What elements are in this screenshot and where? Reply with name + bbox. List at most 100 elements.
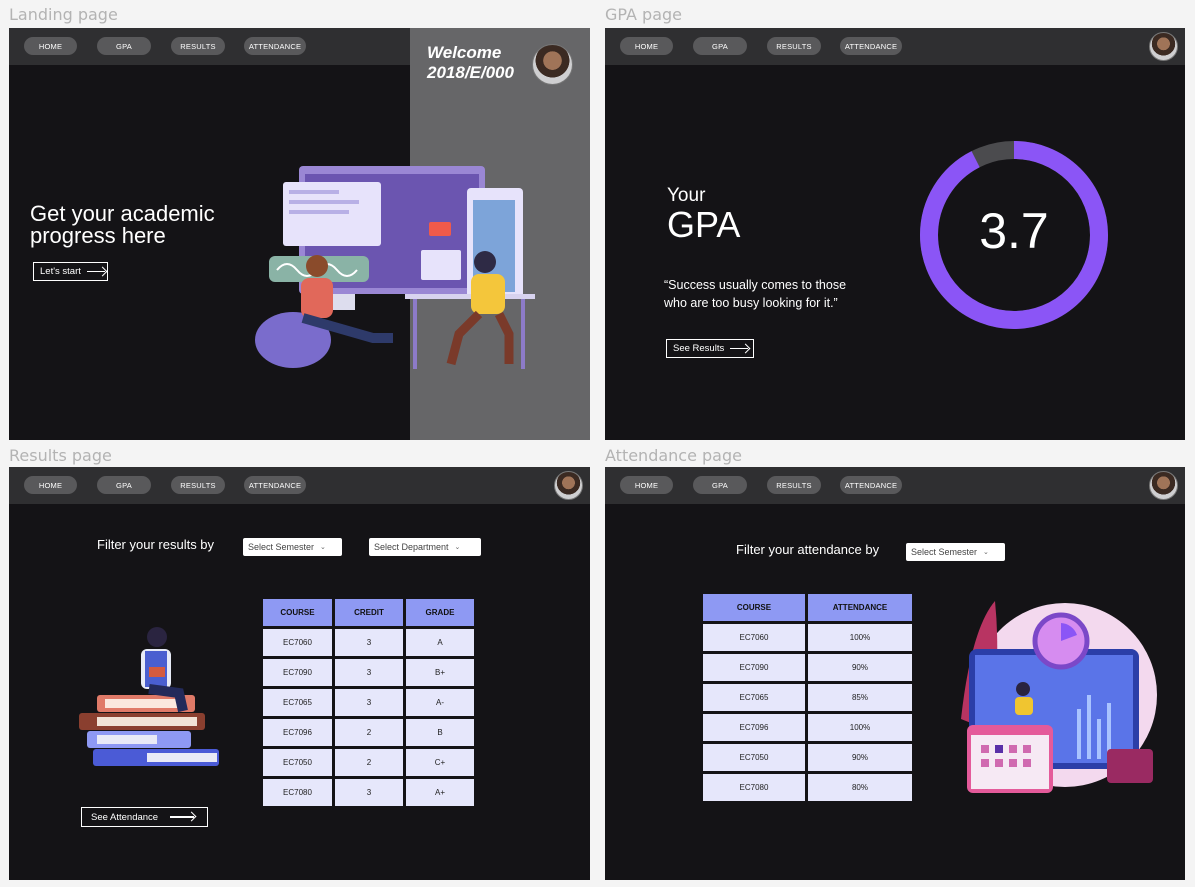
welcome-label: Welcome [427,43,502,62]
see-attendance-label: See Attendance [91,811,159,823]
avatar[interactable] [1149,471,1178,500]
quote-line1: “Success usually comes to those [664,278,847,292]
table-row: EC7065 3 A- [263,689,474,716]
nav-results-button[interactable]: RESULTS [171,476,225,494]
arrow-right-icon [86,270,105,273]
avatar[interactable] [554,471,583,500]
column-header-course: COURSE [703,594,805,621]
landing-page-frame: HOME GPA RESULTS ATTENDANCE Welcome 2018… [9,28,590,440]
see-results-label: See Results [673,343,725,354]
results-table: COURSE CREDIT GRADE EC7060 3 A EC7090 3 B+ E… [260,596,477,809]
course-cell: EC7060 [263,629,332,656]
calendar-schedule-illustration [961,601,1157,793]
table-row: EC7060 100% [703,624,912,651]
gpa-quote: “Success usually comes to those who are … [664,276,846,312]
course-cell: EC7080 [703,774,805,801]
grade-cell: B [406,719,474,746]
headline-line2: progress here [30,223,166,248]
table-row: EC7065 85% [703,684,912,711]
column-header-course: COURSE [263,599,332,626]
arrow-right-icon [170,816,195,818]
lets-start-button[interactable]: Let's start [33,262,108,281]
nav-gpa-button[interactable]: GPA [693,37,747,55]
nav-results-button[interactable]: RESULTS [171,37,225,55]
department-select-value: Select Department [374,542,449,552]
gpa-title: GPA [667,204,741,245]
credit-cell: 2 [335,749,403,776]
credit-cell: 3 [335,659,403,686]
attendance-filter-label: Filter your attendance by [736,542,880,557]
credit-cell: 3 [335,779,403,806]
semester-select-value: Select Semester [248,542,315,552]
see-attendance-button[interactable]: See Attendance [81,807,208,827]
grade-cell: B+ [406,659,474,686]
see-results-button[interactable]: See Results [666,339,754,358]
results-table-header: COURSE CREDIT GRADE [263,599,474,626]
lets-start-label: Let's start [40,266,81,277]
course-cell: EC7090 [263,659,332,686]
grade-cell: C+ [406,749,474,776]
column-header-grade: GRADE [406,599,474,626]
nav-attendance-button[interactable]: ATTENDANCE [244,476,306,494]
nav-bar: HOME GPA RESULTS ATTENDANCE [605,467,1185,504]
nav-results-button[interactable]: RESULTS [767,476,821,494]
arrow-right-icon [730,347,749,350]
students-working-illustration [255,166,535,369]
nav-home-button[interactable]: HOME [620,37,673,55]
table-row: EC7096 2 B [263,719,474,746]
nav-attendance-button[interactable]: ATTENDANCE [244,37,306,55]
semester-select[interactable]: Select Semester ⌄ [906,543,1005,561]
landing-frame-label: Landing page [9,5,118,24]
welcome-text: Welcome 2018/E/000 [427,43,514,83]
nav-results-button[interactable]: RESULTS [767,37,821,55]
credit-cell: 3 [335,629,403,656]
table-row: EC7050 2 C+ [263,749,474,776]
gpa-frame-label: GPA page [605,5,683,24]
results-page-frame: HOME GPA RESULTS ATTENDANCE Filter your … [9,467,590,880]
nav-gpa-button[interactable]: GPA [693,476,747,494]
avatar[interactable] [1149,32,1178,61]
gpa-value: 3.7 [979,203,1049,259]
table-row: EC7090 3 B+ [263,659,474,686]
department-select[interactable]: Select Department ⌄ [369,538,481,556]
gpa-page-frame: HOME GPA RESULTS ATTENDANCE Your GPA “Su… [605,28,1185,440]
nav-home-button[interactable]: HOME [24,476,77,494]
landing-headline: Get your academic progress here [30,203,215,247]
avatar[interactable] [532,44,573,85]
grade-cell: A+ [406,779,474,806]
chevron-down-icon: ⌄ [320,544,326,551]
nav-home-button[interactable]: HOME [620,476,673,494]
quote-line2: who are too busy looking for it.” [664,296,838,310]
course-cell: EC7096 [263,719,332,746]
nav-gpa-button[interactable]: GPA [97,37,151,55]
results-filter-label: Filter your results by [97,537,215,552]
headline-line1: Get your academic [30,201,215,226]
table-row: EC7050 90% [703,744,912,771]
grade-cell: A [406,629,474,656]
attendance-page-frame: HOME GPA RESULTS ATTENDANCE Filter your … [605,467,1185,880]
chevron-down-icon: ⌄ [983,549,989,556]
course-cell: EC7080 [263,779,332,806]
course-cell: EC7096 [703,714,805,741]
table-row: EC7080 3 A+ [263,779,474,806]
nav-bar: HOME GPA RESULTS ATTENDANCE [605,28,1185,65]
nav-gpa-button[interactable]: GPA [97,476,151,494]
attendance-cell: 90% [808,654,912,681]
credit-cell: 2 [335,719,403,746]
attendance-table: COURSE ATTENDANCE EC7060 100% EC7090 90% E… [700,591,915,804]
column-header-attendance: ATTENDANCE [808,594,912,621]
attendance-cell: 100% [808,624,912,651]
table-row: EC7090 90% [703,654,912,681]
nav-home-button[interactable]: HOME [24,37,77,55]
semester-select[interactable]: Select Semester ⌄ [243,538,342,556]
chevron-down-icon: ⌄ [454,544,461,551]
attendance-cell: 85% [808,684,912,711]
nav-bar: HOME GPA RESULTS ATTENDANCE [9,467,590,504]
user-id: 2018/E/000 [427,63,514,82]
nav-attendance-button[interactable]: ATTENDANCE [840,37,902,55]
credit-cell: 3 [335,689,403,716]
nav-attendance-button[interactable]: ATTENDANCE [840,476,902,494]
student-on-books-illustration [79,627,219,766]
nav-bar: HOME GPA RESULTS ATTENDANCE [9,28,410,65]
table-row: EC7080 80% [703,774,912,801]
